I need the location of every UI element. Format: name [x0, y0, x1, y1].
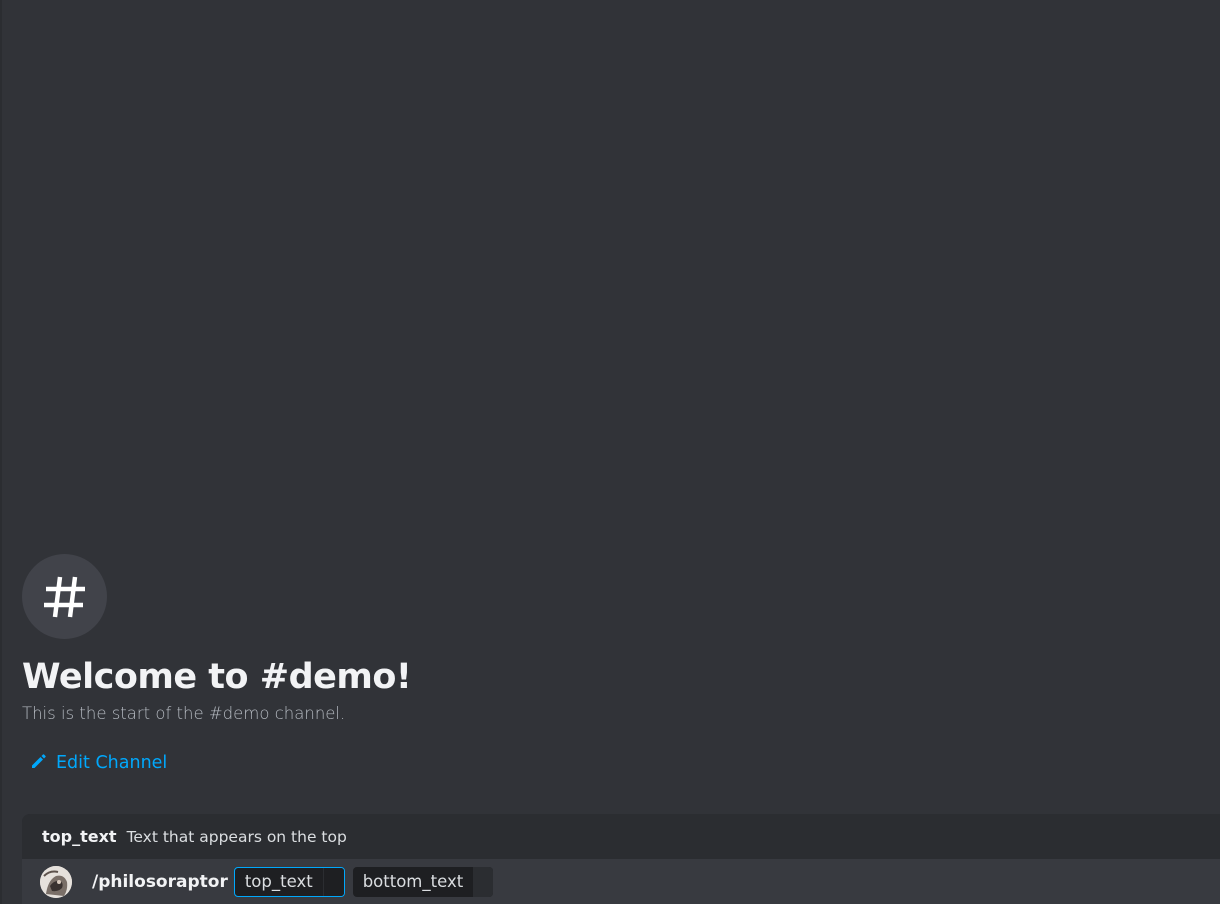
edit-channel-label: Edit Channel	[56, 753, 168, 773]
command-name: /philosoraptor	[92, 871, 228, 892]
param-value-field[interactable]	[473, 866, 494, 897]
param-value-field[interactable]	[322, 867, 344, 896]
command-input-row[interactable]: /philosoraptor top_text bottom_text	[22, 859, 1220, 904]
param-label: top_text	[244, 871, 313, 891]
option-hint: top_text Text that appears on the top	[22, 814, 1220, 859]
hash-icon	[22, 554, 107, 639]
edit-channel-button[interactable]: Edit Channel	[30, 751, 167, 775]
sidebar-edge	[0, 0, 2, 904]
welcome-subtitle: This is the start of the #demo channel.	[22, 704, 346, 723]
channel-welcome: Welcome to #demo! This is the start of t…	[22, 554, 1212, 725]
philosoraptor-avatar	[40, 865, 72, 898]
welcome-title: Welcome to #demo!	[22, 657, 412, 697]
param-top-text[interactable]: top_text	[233, 866, 345, 897]
option-description: Text that appears on the top	[126, 827, 347, 846]
param-label: bottom_text	[362, 871, 464, 891]
pencil-icon	[30, 752, 48, 774]
chat-area: Welcome to #demo! This is the start of t…	[0, 0, 1220, 904]
option-name: top_text	[42, 827, 117, 846]
param-bottom-text[interactable]: bottom_text	[352, 866, 494, 897]
command-autocomplete: top_text Text that appears on the top /p…	[22, 814, 1220, 904]
